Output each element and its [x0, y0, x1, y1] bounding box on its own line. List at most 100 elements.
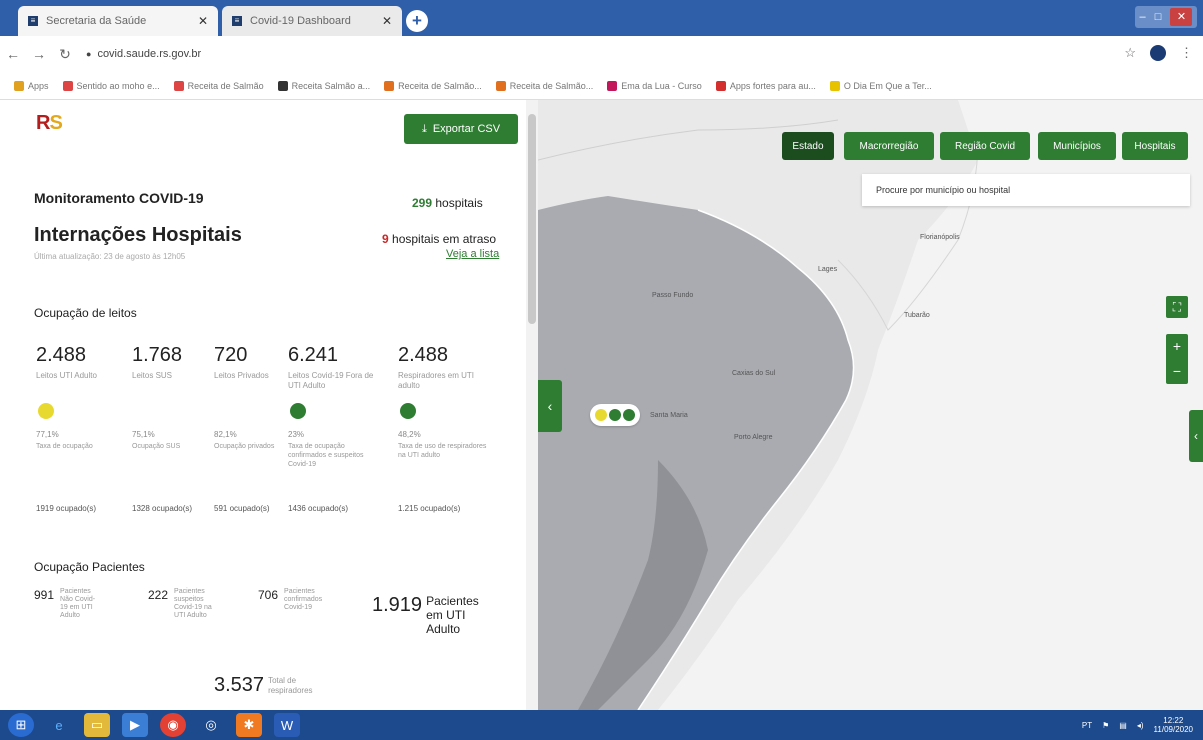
url-text: covid.saude.rs.gov.br	[97, 48, 202, 60]
tab-close-icon[interactable]: ✕	[382, 14, 392, 28]
bookmark-item[interactable]: Ema da Lua - Curso	[607, 80, 702, 91]
map-btn-macrorregiao[interactable]: Macrorregião	[844, 132, 934, 160]
window-controls: – □ ✕	[1135, 6, 1197, 28]
place-label: Tubarão	[904, 312, 930, 319]
maximize-icon[interactable]: □	[1155, 11, 1162, 23]
chevron-left-icon: ‹	[547, 398, 553, 414]
patient-value: 222	[148, 588, 169, 602]
late-hospitals: 9 hospitais em atraso	[382, 232, 497, 246]
bed-value: 6.241	[288, 344, 339, 366]
panel-scrollbar[interactable]	[526, 100, 538, 710]
volume-icon[interactable]: ◂)	[1137, 721, 1144, 730]
bed-value: 2.488	[398, 344, 449, 366]
chrome-icon[interactable]: ◉	[160, 713, 186, 737]
bookmark-icon	[715, 80, 726, 91]
start-icon[interactable]: ⊞	[8, 713, 34, 737]
map-btn-regiao-covid[interactable]: Região Covid	[940, 132, 1030, 160]
bed-label: Leitos UTI Adulto	[36, 371, 97, 380]
browser-tab-bar: ≡ Secretaria da Saúde ✕ ≡ Covid-19 Dashb…	[0, 0, 1203, 36]
bookmarks-bar: Apps Sentido ao moho e... Receita de Salmã…	[0, 72, 1203, 100]
scroll-thumb[interactable]	[528, 114, 536, 324]
beds-section-title: Ocupação de leitos	[34, 306, 137, 320]
map-btn-hospitais[interactable]: Hospitais	[1122, 132, 1188, 160]
star-icon[interactable]: ☆	[1124, 45, 1136, 61]
fullscreen-button[interactable]: ⛶	[1166, 296, 1188, 318]
bookmark-icon	[14, 80, 24, 91]
bookmark-item[interactable]: O Dia Em Que a Ter...	[829, 80, 932, 91]
export-csv-button[interactable]: ⤓ Exportar CSV	[404, 114, 518, 144]
bed-percent: 23%	[288, 430, 305, 439]
bookmark-item[interactable]: Receita Salmão a...	[277, 80, 370, 91]
patient-stat: 991 Pacientes Não Covid-19 em UTI Adulto	[34, 588, 100, 620]
back-icon[interactable]: ←	[0, 46, 26, 62]
avast-icon[interactable]: ✱	[236, 713, 262, 737]
map-btn-municipios[interactable]: Municípios	[1038, 132, 1116, 160]
zoom-out-button[interactable]: −	[1166, 359, 1188, 384]
tab-secretaria[interactable]: ≡ Secretaria da Saúde ✕	[18, 6, 218, 36]
tab-close-icon[interactable]: ✕	[198, 14, 208, 28]
status-dot	[38, 403, 54, 419]
status-marker[interactable]	[590, 404, 640, 426]
see-list-link[interactable]: Veja a lista	[446, 248, 499, 260]
patient-value: 706	[258, 588, 279, 602]
export-csv-label: Exportar CSV	[432, 123, 501, 135]
folder-icon[interactable]: ▭	[84, 713, 110, 737]
monitor-title: Monitoramento COVID-19	[34, 190, 204, 206]
site-favicon-icon: ≡	[28, 16, 38, 26]
profile-avatar[interactable]	[1150, 45, 1166, 61]
os-taskbar: ⊞ e ▭ ▶ ◉ ◎ ✱ W PT ⚑ ▤ ◂) 12:22 11/09/20…	[0, 710, 1203, 740]
forward-icon[interactable]: →	[26, 46, 52, 62]
language-indicator[interactable]: PT	[1082, 721, 1092, 730]
bed-stat: 2.488 Respiradores em UTI adulto 48,2% Taxa…	[398, 344, 494, 513]
bookmark-item[interactable]: Apps	[14, 80, 49, 91]
tab-dashboard[interactable]: ≡ Covid-19 Dashboard ✕	[222, 6, 402, 36]
rs-logo: RS	[36, 112, 63, 134]
bed-occupied: 591 ocupado(s)	[214, 504, 270, 513]
bookmark-item[interactable]: Receita de Salmão...	[384, 80, 482, 91]
clock[interactable]: 12:22 11/09/2020	[1154, 716, 1193, 734]
tab-title: Secretaria da Saúde	[46, 15, 147, 27]
eye-icon[interactable]: ◎	[198, 713, 224, 737]
bookmark-item[interactable]: Apps fortes para au...	[715, 80, 816, 91]
patient-label: Pacientes confirmados Covid-19	[284, 588, 323, 611]
respirators-total: 3.537 Total de respiradores	[214, 674, 313, 696]
bed-occupied: 1.215 ocupado(s)	[398, 504, 461, 513]
bed-value: 2.488	[36, 344, 87, 366]
bookmark-icon	[173, 80, 184, 91]
flag-icon[interactable]: ⚑	[1102, 721, 1109, 730]
place-label: Florianópolis	[920, 234, 960, 241]
bookmark-item[interactable]: Receita de Salmão	[173, 80, 264, 91]
place-label: Porto Alegre	[734, 434, 773, 441]
close-window-icon[interactable]: ✕	[1170, 8, 1193, 26]
expand-panel-button[interactable]: ‹	[1189, 410, 1203, 462]
ie-icon[interactable]: e	[46, 713, 72, 737]
bed-percent-label: Taxa de ocupação confirmados e suspeitos…	[288, 443, 364, 468]
zoom-control: + −	[1166, 334, 1188, 384]
lock-icon: ●	[86, 49, 92, 59]
bed-percent: 75,1%	[132, 430, 155, 439]
system-tray: PT ⚑ ▤ ◂) 12:22 11/09/2020	[1082, 716, 1193, 734]
bookmark-icon	[62, 80, 73, 91]
chevron-left-icon: ‹	[1194, 429, 1198, 443]
network-icon[interactable]: ▤	[1119, 721, 1127, 730]
bed-percent-label: Taxa de ocupação	[36, 443, 93, 450]
reload-icon[interactable]: ↻	[52, 46, 78, 63]
map-search-input[interactable]: Procure por município ou hospital	[862, 174, 1190, 206]
minimize-icon[interactable]: –	[1140, 11, 1146, 23]
bookmark-item[interactable]: Receita de Salmão...	[495, 80, 593, 91]
new-tab-button[interactable]: +	[406, 10, 428, 32]
menu-icon[interactable]: ⋮	[1180, 45, 1193, 61]
map-btn-estado[interactable]: Estado	[782, 132, 834, 160]
place-label: Lages	[818, 266, 838, 273]
place-label: Santa Maria	[650, 412, 688, 419]
download-icon: ⤓	[421, 122, 427, 135]
bed-percent: 82,1%	[214, 430, 237, 439]
collapse-panel-button[interactable]: ‹	[538, 380, 562, 432]
word-icon[interactable]: W	[274, 713, 300, 737]
patient-value: 991	[34, 588, 55, 602]
media-icon[interactable]: ▶	[122, 713, 148, 737]
url-field[interactable]: ● covid.saude.rs.gov.br	[86, 48, 201, 60]
zoom-in-button[interactable]: +	[1166, 334, 1188, 359]
map-view[interactable]: Florianópolis Lages Passo Fundo Tubarão …	[538, 100, 1203, 710]
bookmark-item[interactable]: Sentido ao moho e...	[62, 80, 160, 91]
